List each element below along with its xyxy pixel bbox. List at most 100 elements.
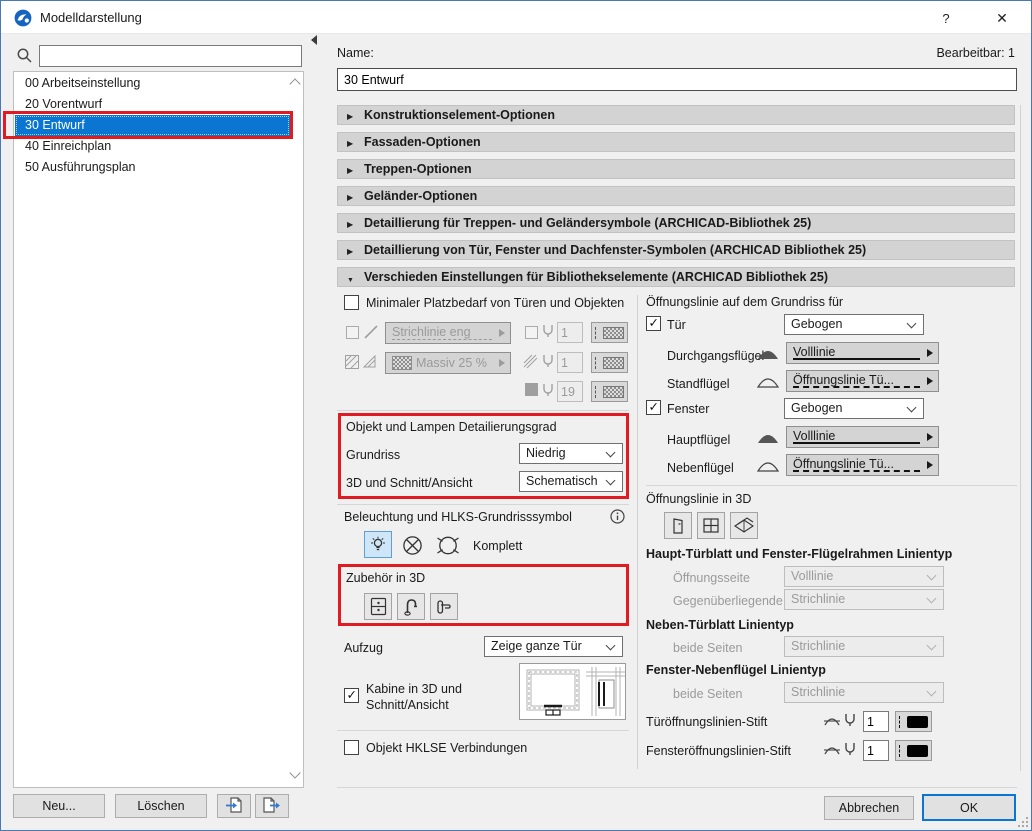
door-checkbox[interactable] xyxy=(646,316,661,331)
scroll-up-icon[interactable] xyxy=(289,78,300,89)
pen-icon xyxy=(541,382,555,397)
cabin-checkbox[interactable] xyxy=(344,688,359,703)
nebenfluegel-label: Nebenflügel xyxy=(667,461,734,475)
elevator-preview xyxy=(519,663,626,720)
list-item[interactable]: 50 Ausführungsplan xyxy=(15,157,289,178)
resize-grip[interactable] xyxy=(1017,816,1028,827)
chevron-right-icon: ▶ xyxy=(347,189,353,206)
list-item[interactable]: 40 Einreichplan xyxy=(15,136,289,157)
opening-line-outline-icon xyxy=(757,459,779,472)
grundriss-label: Grundriss xyxy=(346,448,400,462)
nebenfluegel-linetype[interactable]: Öffnungslinie Tü... xyxy=(786,454,939,476)
schnitt-label: 3D und Schnitt/Ansicht xyxy=(346,476,472,490)
list-item-selected[interactable]: 30 Entwurf xyxy=(15,115,290,136)
hlks-symbol-icon[interactable] xyxy=(434,535,462,556)
section-verschieden-bibliothek[interactable]: ▼Verschieden Einstellungen für Bibliothe… xyxy=(337,267,1015,287)
cabin-label-line2: Schnitt/Ansicht xyxy=(366,698,449,712)
section-detail-treppen[interactable]: ▶Detaillierung für Treppen- und Geländer… xyxy=(337,213,1015,233)
faucet-accessory-button[interactable] xyxy=(397,593,425,620)
background-fill-icon xyxy=(525,383,538,396)
pen-icon xyxy=(541,353,555,368)
door-opening-pen-swatch[interactable] xyxy=(895,711,932,732)
chevron-right-icon: ▶ xyxy=(347,108,353,125)
chevron-right-icon: ▶ xyxy=(347,216,353,233)
view-settings-list[interactable]: 00 Arbeitseinstellung 20 Vorentwurf 30 E… xyxy=(13,71,304,788)
schnitt-combo[interactable]: Schematisch xyxy=(519,471,623,492)
fill-pen-swatch xyxy=(591,352,628,373)
min-space-checkbox[interactable] xyxy=(344,295,359,310)
section-fassaden[interactable]: ▶Fassaden-Optionen xyxy=(337,132,1015,152)
window-opening-pen-swatch[interactable] xyxy=(895,740,932,761)
collapse-panel-icon[interactable] xyxy=(311,35,317,45)
import-button[interactable] xyxy=(217,794,251,818)
side-door-title: Neben-Türblatt Linientyp xyxy=(646,618,794,632)
min-space-label: Minimaler Platzbedarf von Türen und Obje… xyxy=(366,296,624,310)
skylight-3d-button[interactable] xyxy=(730,512,758,539)
search-icon xyxy=(16,47,33,64)
opening-line-outline-icon xyxy=(757,375,779,388)
list-item[interactable]: 20 Vorentwurf xyxy=(15,94,289,115)
door-3d-button[interactable] xyxy=(664,512,692,539)
section-detail-tuer-fenster[interactable]: ▶Detaillierung von Tür, Fenster und Dach… xyxy=(337,240,1015,260)
search-input[interactable] xyxy=(39,45,302,67)
close-button[interactable]: ✕ xyxy=(987,6,1017,29)
cancel-button[interactable]: Abbrechen xyxy=(824,796,914,820)
delete-button[interactable]: Löschen xyxy=(115,794,207,818)
door-3d-icon xyxy=(670,517,686,535)
fill-pen-hatch-icon xyxy=(523,354,539,370)
window-opening-pen-field[interactable] xyxy=(863,740,889,761)
cabinet-accessory-button[interactable] xyxy=(364,593,392,620)
opening-arc-line-icon xyxy=(823,713,841,727)
chevron-down-icon: ▼ xyxy=(347,272,354,287)
door-opening-pen-label: Türöffnungslinien-Stift xyxy=(646,715,767,729)
lighting-title: Beleuchtung und HLKS-Grundrisssymbol xyxy=(344,510,572,524)
export-button[interactable] xyxy=(255,794,289,818)
durchgangsfluegel-linetype[interactable]: Volllinie xyxy=(786,342,939,364)
section-gelaender[interactable]: ▶Geländer-Optionen xyxy=(337,186,1015,206)
section-konstruktionselement[interactable]: ▶Konstruktionselement-Optionen xyxy=(337,105,1015,125)
editable-count: Bearbeitbar: 1 xyxy=(936,46,1015,60)
window-3d-button[interactable] xyxy=(697,512,725,539)
door-opening-pen-field[interactable] xyxy=(863,711,889,732)
window-sash-title: Fenster-Nebenflügel Linientyp xyxy=(646,663,826,677)
grundriss-combo[interactable]: Niedrig xyxy=(519,443,623,464)
hklse-checkbox[interactable] xyxy=(344,740,359,755)
scroll-down-icon[interactable] xyxy=(289,767,300,778)
title-bar: Modelldarstellung ? ✕ xyxy=(1,1,1031,34)
elevator-combo[interactable]: Zeige ganze Tür xyxy=(484,636,623,657)
list-item[interactable]: 00 Arbeitseinstellung xyxy=(15,73,289,94)
hklse-label: Objekt HKLSE Verbindungen xyxy=(366,741,527,755)
window-label: Fenster xyxy=(667,402,709,416)
standfluegel-label: Standflügel xyxy=(667,377,730,391)
gegenueberliegende-combo: Strichlinie xyxy=(784,589,944,610)
name-input[interactable] xyxy=(337,68,1017,91)
help-button[interactable]: ? xyxy=(931,6,961,29)
hauptfluegel-linetype[interactable]: Volllinie xyxy=(786,426,939,448)
ok-button[interactable]: OK xyxy=(922,794,1016,821)
elevator-preview-drawing xyxy=(520,664,625,719)
window-sash-beide-label: beide Seiten xyxy=(673,687,743,701)
archicad-logo-icon xyxy=(14,9,32,27)
accessories-title: Zubehör in 3D xyxy=(346,571,425,585)
section-treppen[interactable]: ▶Treppen-Optionen xyxy=(337,159,1015,179)
new-button[interactable]: Neu... xyxy=(13,794,105,818)
line-icon xyxy=(363,324,379,340)
pen-checkbox-disabled xyxy=(525,326,538,339)
window-checkbox[interactable] xyxy=(646,400,661,415)
cabin-label-line1: Kabine in 3D und xyxy=(366,682,462,696)
faucet-icon xyxy=(403,597,419,616)
pen-icon xyxy=(843,712,857,727)
door-opening-combo[interactable]: Gebogen xyxy=(784,314,924,335)
symbol-circle-x-icon[interactable] xyxy=(402,535,423,556)
window-sash-combo: Strichlinie xyxy=(784,682,944,703)
door-handle-accessory-button[interactable] xyxy=(430,593,458,620)
model-view-options-dialog: Modelldarstellung ? ✕ 00 Arbeitseinstell… xyxy=(0,0,1032,831)
info-icon[interactable] xyxy=(610,509,625,524)
window-opening-combo[interactable]: Gebogen xyxy=(784,398,924,419)
standfluegel-linetype[interactable]: Öffnungslinie Tü... xyxy=(786,370,939,392)
lighting-full-symbol-button[interactable] xyxy=(364,531,392,558)
fill-alt-icon xyxy=(362,354,378,370)
fill-preview xyxy=(392,356,412,370)
elevator-label: Aufzug xyxy=(344,641,383,655)
lighting-mode-label: Komplett xyxy=(473,539,522,553)
